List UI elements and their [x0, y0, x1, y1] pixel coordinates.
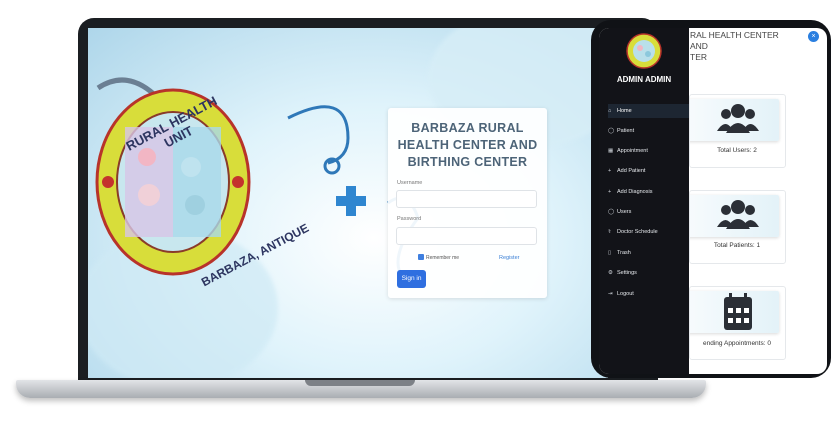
sidebar-item-patient[interactable]: ◯ Patient	[608, 124, 688, 138]
logout-icon: ⇥	[608, 291, 613, 297]
sidebar-item-trash[interactable]: ▯ Trash	[608, 246, 688, 260]
plus-icon: +	[608, 168, 612, 174]
home-icon: ⌂	[608, 108, 612, 114]
admin-name: ADMIN ADMIN	[616, 75, 672, 84]
sidebar-item-appointment[interactable]: ▦ Appointment	[608, 144, 688, 158]
sidebar-item-doctor-schedule[interactable]: ⚕ Doctor Schedule	[608, 225, 688, 239]
sidebar-item-add-diagnosis[interactable]: + Add Diagnosis	[608, 185, 688, 199]
doctor-icon: ⚕	[608, 229, 611, 235]
close-button[interactable]: ×	[808, 31, 819, 42]
password-field[interactable]	[396, 227, 537, 245]
username-field[interactable]	[396, 190, 537, 208]
plus-icon: +	[608, 189, 612, 195]
stat-total-patients: Total Patients: 1	[713, 242, 761, 249]
trash-icon: ▯	[608, 250, 612, 256]
sidebar-item-users[interactable]: ◯ Users	[608, 205, 688, 219]
sidebar-logo	[626, 33, 662, 69]
username-label: Username	[397, 180, 423, 186]
users-icon	[717, 200, 759, 229]
user-icon: ◯	[608, 128, 615, 134]
gear-icon: ⚙	[608, 270, 613, 276]
signin-button[interactable]: Sign in	[397, 270, 426, 288]
sidebar-item-logout[interactable]: ⇥ Logout	[608, 287, 688, 301]
laptop-notch	[305, 380, 415, 386]
stat-total-users: Total Users: 2	[717, 147, 757, 154]
app-title: RAL HEALTH CENTER AND TER	[690, 30, 779, 62]
sidebar-item-add-patient[interactable]: + Add Patient	[608, 164, 688, 178]
login-title: BARBAZA RURAL HEALTH CENTER AND BIRTHING…	[397, 121, 538, 169]
stat-card-patients: Total Patients: 1	[689, 190, 786, 264]
users-icon	[717, 104, 759, 133]
sidebar-item-settings[interactable]: ⚙ Settings	[608, 266, 688, 280]
password-label: Password	[397, 216, 422, 222]
calendar-icon: ▦	[608, 148, 614, 154]
remember-label: Remember me	[426, 255, 460, 261]
sidebar-item-home[interactable]: ⌂ Home	[608, 104, 689, 118]
stat-pending-appointments: ending Appointments: 0	[703, 340, 771, 347]
stat-card-users: Total Users: 2	[689, 94, 786, 168]
remember-checkbox[interactable]	[418, 254, 424, 260]
calendar-icon	[724, 293, 752, 330]
register-link[interactable]: Register	[499, 255, 519, 261]
users-icon: ◯	[608, 209, 615, 215]
stat-card-appointments: ending Appointments: 0	[689, 286, 786, 360]
